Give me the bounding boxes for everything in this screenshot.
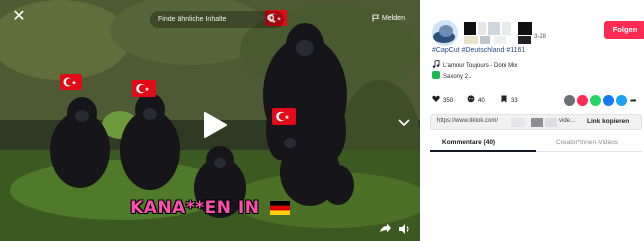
report-button[interactable]: Melden — [372, 12, 405, 26]
video-caption: KANA**EN IN — [0, 198, 420, 218]
flag-icon — [372, 14, 380, 22]
post-date: 3-28 — [534, 34, 547, 40]
effect-chip[interactable]: Saxony 2⌄ — [432, 71, 472, 82]
redacted-link — [531, 118, 543, 127]
comment-button[interactable]: 40 — [467, 94, 485, 108]
save-count: 33 — [511, 98, 518, 104]
avatar[interactable] — [432, 20, 458, 46]
author-row: 3-28 Folgen — [432, 18, 644, 48]
next-video-icon[interactable] — [395, 114, 413, 132]
comment-count: 40 — [478, 98, 485, 104]
flag-emoji — [272, 108, 296, 125]
link-url-start: https://www.tiktok.com/ — [437, 118, 499, 124]
redacted-nickname — [480, 36, 490, 44]
music-title: L'amour Toujours - Doni Mix — [443, 63, 518, 69]
music-note-icon — [432, 60, 440, 68]
flag-emoji — [132, 80, 156, 97]
effect-label: Saxony — [443, 74, 464, 80]
video-hashtags[interactable]: #CapCut #Deutschland #1161 — [432, 47, 525, 54]
like-button[interactable]: 350 — [432, 94, 453, 108]
active-tab-indicator — [430, 150, 536, 152]
german-flag-emoji — [269, 201, 290, 215]
heart-icon — [432, 95, 440, 102]
search-placeholder: Finde ähnliche Inhalte — [158, 16, 227, 23]
music-link[interactable]: L'amour Toujours - Doni Mix — [432, 60, 517, 69]
close-button[interactable]: ✕ — [10, 8, 28, 26]
whatsapp-icon[interactable] — [590, 95, 601, 106]
tab-creator-videos[interactable]: Creator*innen-Videos — [556, 139, 618, 146]
twitter-icon[interactable] — [616, 95, 627, 106]
more-share-icon[interactable]: ➦ — [630, 94, 637, 108]
redacted-link — [545, 118, 557, 127]
send-icon[interactable] — [577, 95, 588, 106]
like-count: 350 — [443, 98, 454, 104]
engagement-stats: 350 40 33 ➦ — [432, 94, 642, 108]
redacted-link — [511, 118, 525, 127]
caption-text: KANA**EN IN — [130, 198, 260, 218]
flag-emoji — [60, 74, 82, 90]
facebook-icon[interactable] — [603, 95, 614, 106]
video-info-panel: 3-28 Folgen #CapCut #Deutschland #1161 L… — [420, 0, 644, 241]
redacted-username — [518, 22, 532, 35]
redacted-username — [464, 22, 476, 35]
share-link-field[interactable]: https://www.tiktok.com/ vide... Link kop… — [430, 114, 642, 130]
save-button[interactable]: 33 — [500, 94, 518, 108]
volume-icon[interactable] — [397, 222, 411, 236]
avatar-image — [432, 20, 458, 46]
redacted-username — [488, 22, 500, 35]
report-label: Melden — [382, 15, 405, 22]
link-url-end: vide... — [559, 118, 576, 124]
redacted-username — [478, 22, 486, 35]
redacted-username — [502, 22, 511, 35]
comment-tabs: Kommentare (40) Creator*innen-Videos — [430, 138, 642, 152]
tab-comments[interactable]: Kommentare (40) — [442, 139, 495, 146]
share-arrow-icon[interactable] — [378, 222, 392, 236]
search-icon — [267, 14, 276, 23]
effect-icon — [432, 71, 440, 79]
bookmark-icon — [501, 95, 507, 103]
redacted-nickname — [494, 36, 506, 44]
copy-link-button[interactable]: Link kopieren — [587, 118, 629, 125]
search-input[interactable]: Finde ähnliche Inhalte — [150, 11, 284, 28]
follow-button[interactable]: Folgen — [604, 21, 644, 39]
redacted-nickname — [518, 36, 531, 44]
redacted-nickname — [464, 36, 478, 44]
video-topbar: ✕ Finde ähnliche Inhalte Melden — [0, 0, 420, 36]
close-icon: ✕ — [12, 8, 26, 25]
comment-icon — [467, 95, 475, 103]
embed-icon[interactable] — [564, 95, 575, 106]
play-icon[interactable] — [197, 110, 229, 140]
video-player[interactable]: ✕ Finde ähnliche Inhalte Melden KANA**EN… — [0, 0, 420, 241]
chevron-down-icon: ⌄ — [468, 74, 473, 80]
